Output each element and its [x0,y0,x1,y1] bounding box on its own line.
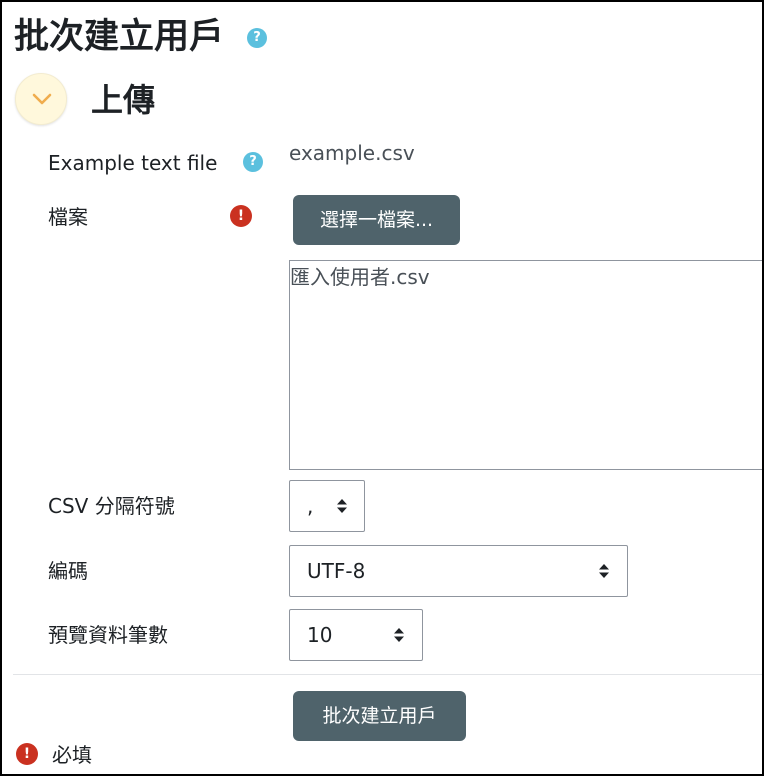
submit-upload-button[interactable]: 批次建立用戶 [293,691,466,741]
required-icon: ! [16,743,38,765]
page-frame: 批次建立用戶 ? 上傳 Example text file ? example.… [0,0,764,776]
selected-file-name[interactable]: 匯入使用者.csv [290,263,430,291]
example-file-label: Example text file [48,151,218,175]
page-title: 批次建立用戶 [14,17,225,57]
select-arrows-icon [393,626,405,644]
preview-rows-label: 預覽資料筆數 [48,623,168,647]
section-collapse-toggle[interactable] [15,73,67,125]
delimiter-value: , [307,494,314,518]
preview-rows-select[interactable]: 10 [289,609,423,661]
required-note: 必填 [52,743,92,767]
required-icon: ! [230,205,252,227]
example-file-link[interactable]: example.csv [289,139,415,167]
delimiter-label: CSV 分隔符號 [48,494,175,518]
encoding-value: UTF-8 [307,559,366,583]
encoding-label: 編碼 [48,559,88,583]
encoding-select[interactable]: UTF-8 [289,545,628,597]
help-icon[interactable]: ? [247,28,267,48]
select-arrows-icon [598,562,610,580]
preview-rows-value: 10 [307,623,333,647]
select-arrows-icon [336,497,348,515]
file-drop-area[interactable]: 匯入使用者.csv [289,260,762,470]
file-label: 檔案 [48,205,88,229]
section-title: 上傳 [91,81,156,119]
help-icon[interactable]: ? [243,152,263,172]
delimiter-select[interactable]: , [289,480,365,532]
choose-file-button[interactable]: 選擇一檔案... [293,195,460,245]
form-divider [13,674,762,675]
chevron-down-icon [32,93,52,105]
